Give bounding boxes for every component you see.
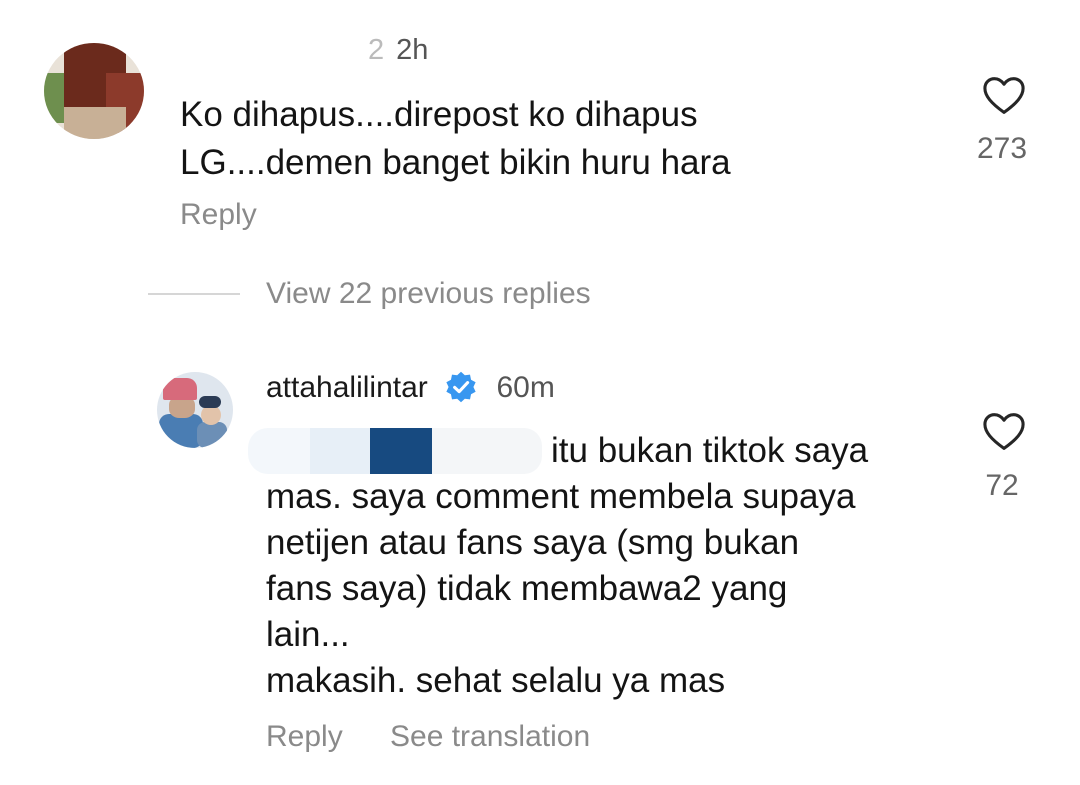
comment-text: Ko dihapus....direpost ko dihapus LG....…	[180, 91, 731, 187]
comment-text-line: mas. saya comment membela supaya	[266, 477, 856, 516]
comment-text-line: makasih. sehat selalu ya mas	[266, 661, 726, 700]
comment-text-line: Ko dihapus....direpost ko dihapus	[180, 95, 698, 134]
replies-divider	[148, 293, 240, 295]
heart-icon[interactable]	[982, 412, 1026, 452]
username-fragment[interactable]: 2	[368, 34, 384, 66]
like-count: 72	[985, 469, 1019, 502]
reply-button[interactable]: Reply	[180, 198, 257, 232]
commenter-avatar[interactable]	[44, 43, 144, 139]
comment-username[interactable]: attahalilintar	[266, 371, 428, 404]
comment-meta: attahalilintar 60m	[266, 370, 555, 405]
reply-button[interactable]: Reply	[266, 720, 343, 754]
view-previous-replies-button[interactable]: View 22 previous replies	[266, 277, 591, 311]
heart-icon[interactable]	[982, 76, 1026, 116]
commenter-avatar[interactable]	[157, 372, 233, 448]
comment-text-line: fans saya) tidak membawa2 yang	[266, 569, 788, 608]
comment-text-line: LG....demen banget bikin huru hara	[180, 143, 731, 182]
comment-text-line: itu bukan tiktok saya	[551, 431, 869, 470]
comment-text: itu bukan tiktok saya mas. saya comment …	[266, 428, 966, 704]
comment-text-line: lain...	[266, 615, 350, 654]
comment-text-line: netijen atau fans saya (smg bukan	[266, 523, 800, 562]
comment-meta: 2 2h	[368, 34, 428, 67]
verified-badge-icon	[446, 371, 476, 403]
like-count: 273	[976, 132, 1028, 165]
see-translation-button[interactable]: See translation	[390, 720, 590, 754]
comment-time: 60m	[496, 371, 555, 404]
comment-time: 2h	[396, 34, 429, 66]
